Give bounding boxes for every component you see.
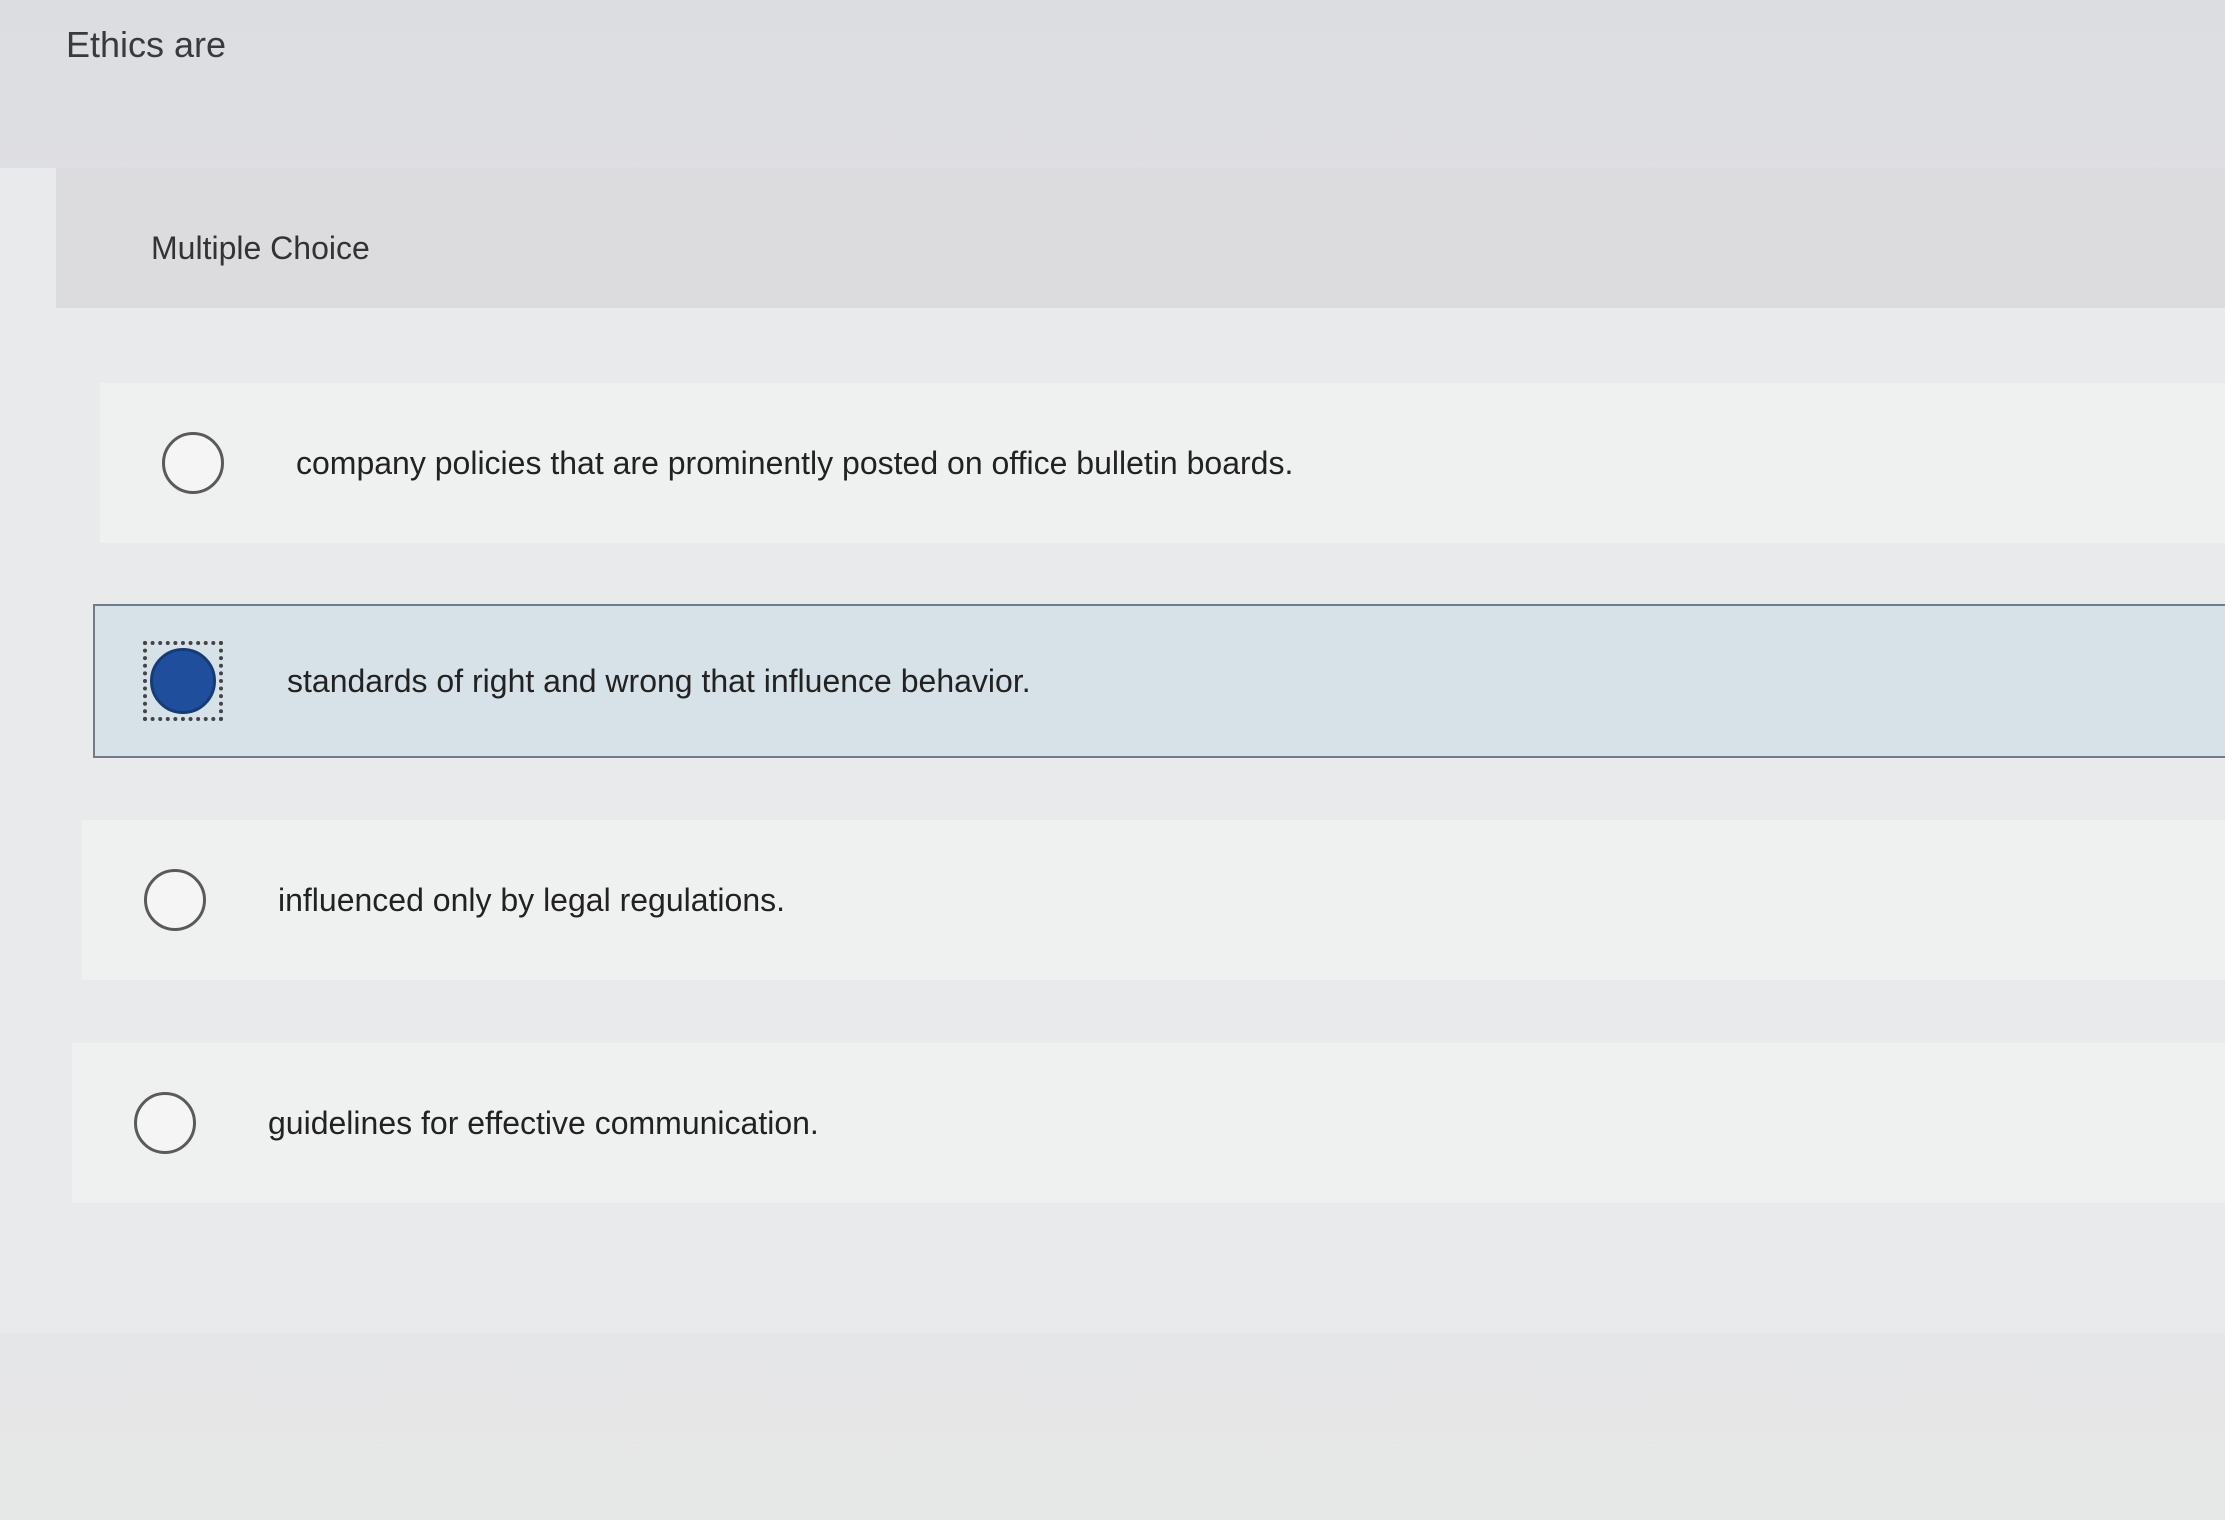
answer-option-a[interactable]: company policies that are prominently po…	[100, 383, 2225, 543]
option-label-c: influenced only by legal regulations.	[278, 881, 785, 918]
selected-radio-dot-icon	[150, 648, 216, 714]
option-label-a: company policies that are prominently po…	[296, 444, 1294, 481]
option-label-d: guidelines for effective communication.	[268, 1104, 819, 1141]
option-label-b: standards of right and wrong that influe…	[287, 662, 1031, 699]
radio-button-d[interactable]	[134, 1092, 196, 1154]
answer-option-d[interactable]: guidelines for effective communication.	[72, 1043, 2225, 1203]
radio-button-a[interactable]	[162, 432, 224, 494]
radio-button-b[interactable]	[143, 641, 223, 721]
answer-option-c[interactable]: influenced only by legal regulations.	[82, 820, 2225, 980]
radio-button-c[interactable]	[144, 869, 206, 931]
panel-title: Multiple Choice	[151, 230, 370, 266]
panel-header: Multiple Choice	[56, 168, 2225, 308]
answer-option-b[interactable]: standards of right and wrong that influe…	[93, 604, 2225, 758]
question-text: Ethics are	[66, 24, 227, 65]
multiple-choice-panel: Multiple Choice company policies that ar…	[0, 168, 2225, 1333]
